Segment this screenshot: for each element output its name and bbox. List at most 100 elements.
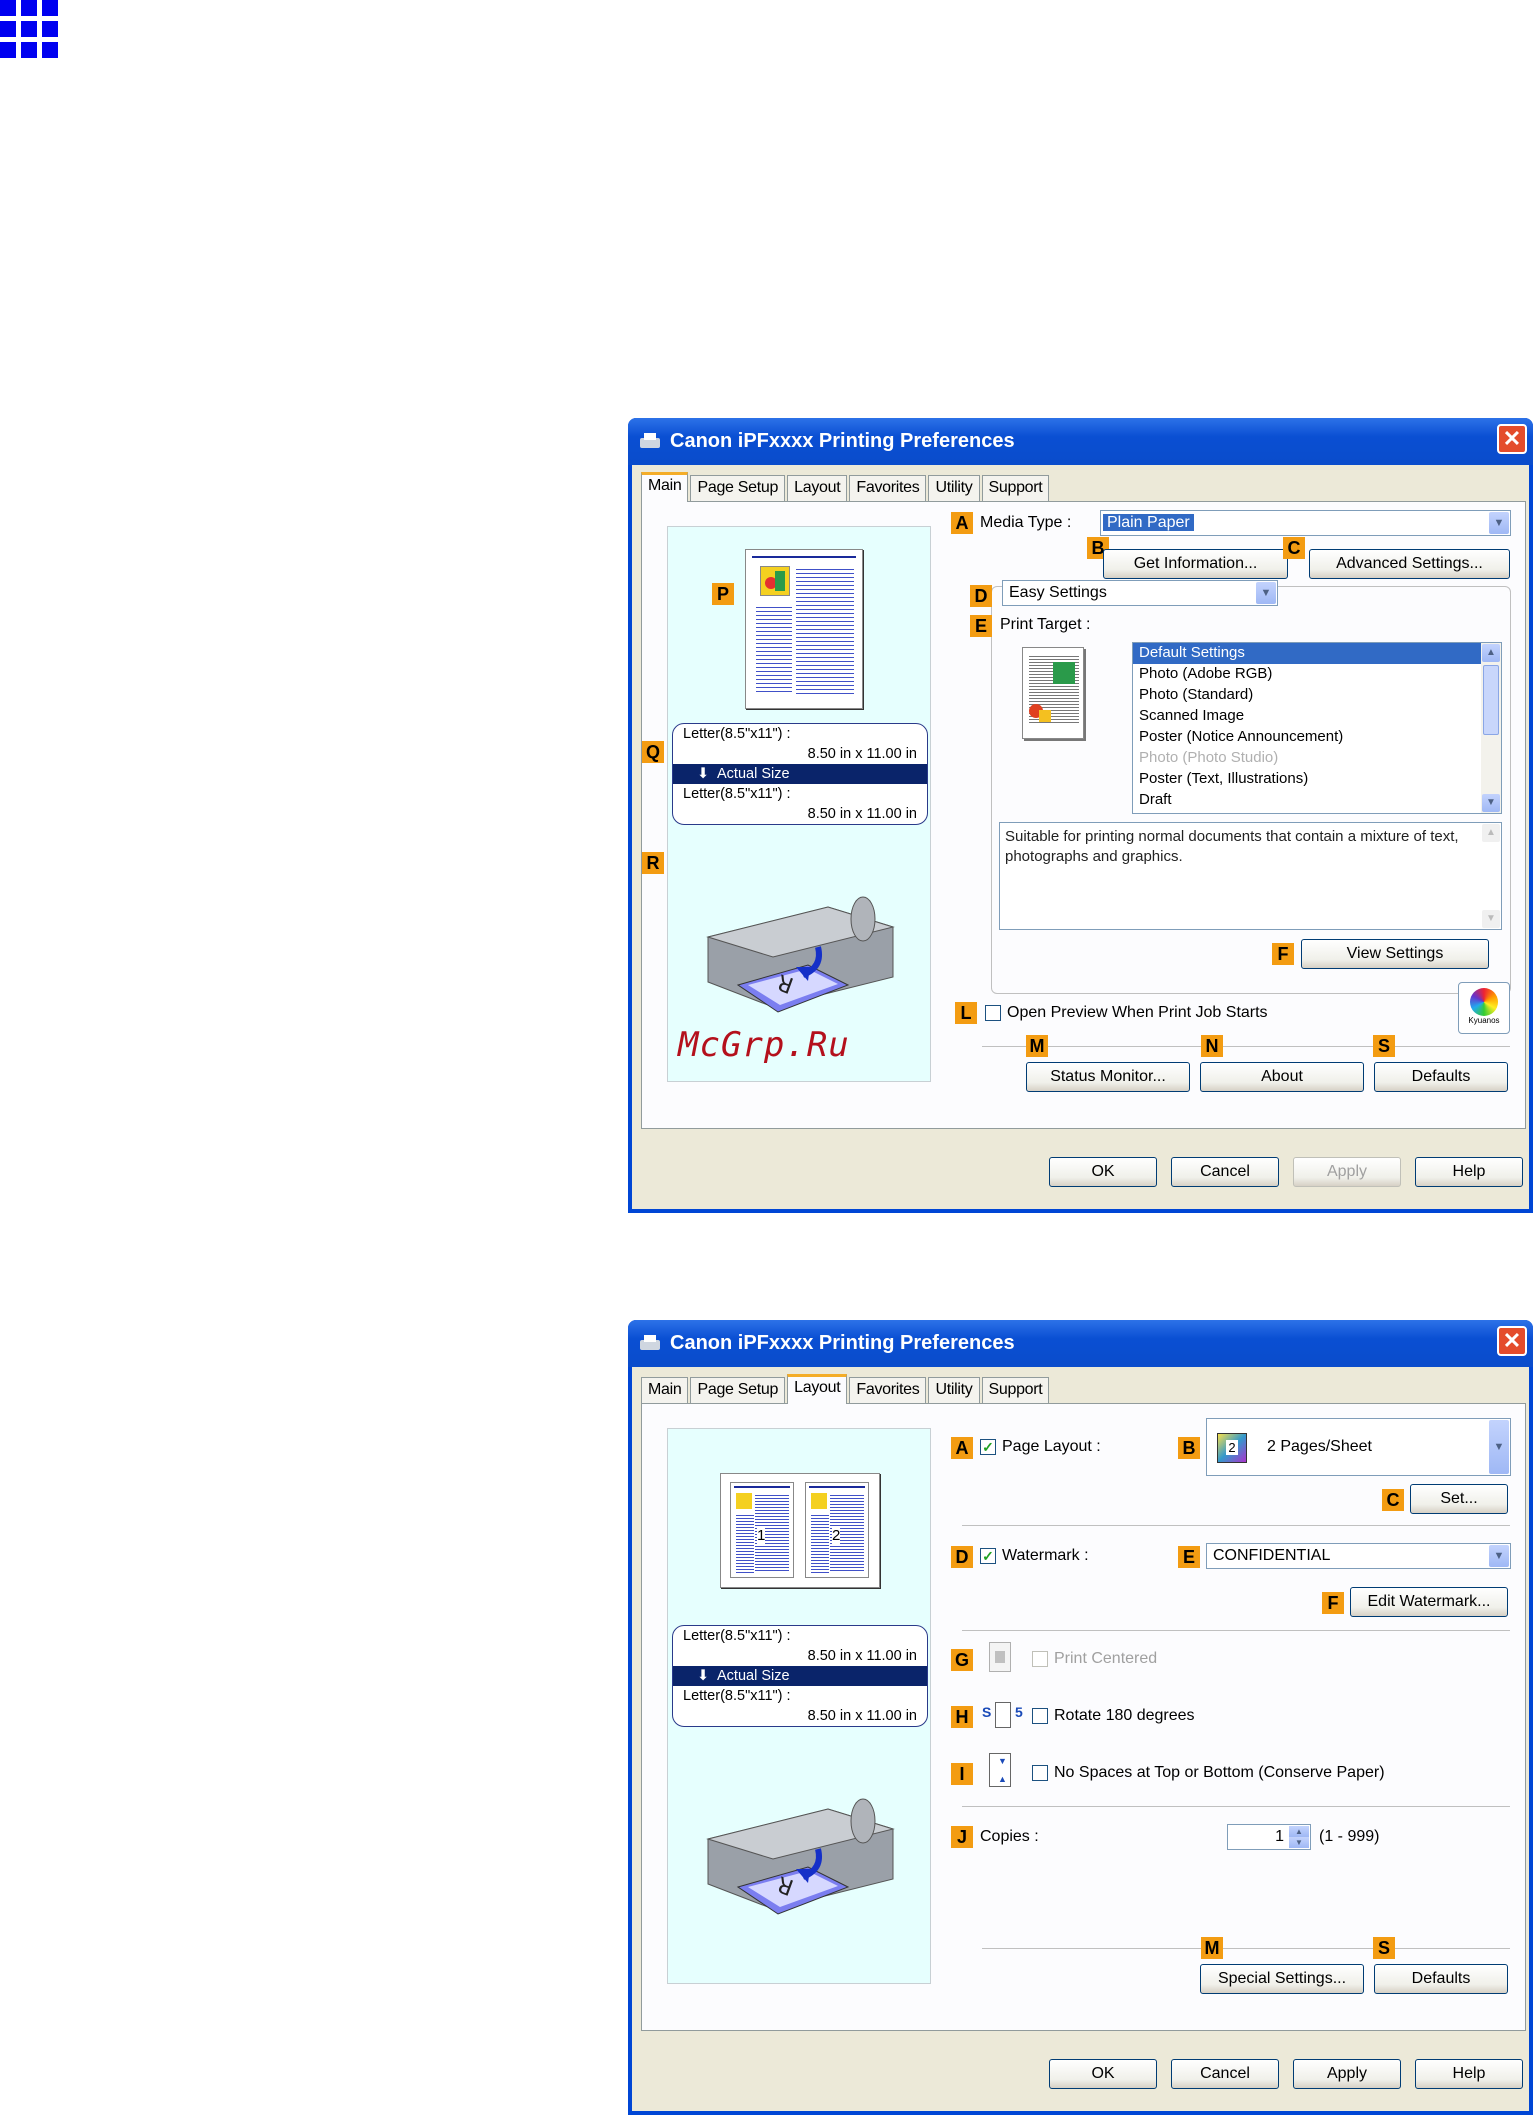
tab-utility[interactable]: Utility (928, 475, 980, 501)
badge-n: N (1201, 1035, 1223, 1057)
set-button[interactable]: Set... (1410, 1484, 1508, 1514)
page-preview-sheet: 1 2 (720, 1473, 880, 1588)
tab-layout[interactable]: Layout (787, 475, 848, 501)
tab-favorites[interactable]: Favorites (849, 1377, 927, 1403)
list-item[interactable]: Poster (Notice Announcement) (1133, 727, 1501, 748)
badge-m: M (1201, 1937, 1223, 1959)
tab-page-setup[interactable]: Page Setup (690, 1377, 786, 1403)
actual-size-row: ⬇ Actual Size (673, 1666, 927, 1686)
tab-utility[interactable]: Utility (928, 1377, 980, 1403)
arrow-down-icon: ⬇ (697, 1668, 710, 1684)
stepper-down-icon[interactable]: ▼ (1289, 1837, 1309, 1848)
no-spaces-checkbox[interactable] (1032, 1765, 1048, 1781)
copies-value: 1 (1275, 1828, 1284, 1845)
page-layout-select[interactable]: 2 2 Pages/Sheet ▼ (1206, 1418, 1511, 1476)
easy-settings-select[interactable]: Easy Settings ▼ (1002, 580, 1278, 606)
list-item[interactable]: Default Settings (1133, 643, 1481, 664)
defaults-button[interactable]: Defaults (1374, 1062, 1508, 1092)
print-centered-label: Print Centered (1054, 1650, 1158, 1667)
cancel-button[interactable]: Cancel (1171, 1157, 1279, 1187)
actual-size-label: Actual Size (717, 766, 790, 782)
badge-i: I (951, 1763, 973, 1785)
scroll-down-icon: ▼ (1482, 910, 1500, 928)
watermark-select[interactable]: CONFIDENTIAL ▼ (1206, 1543, 1511, 1569)
watermark-checkbox[interactable]: ✓ (980, 1548, 996, 1564)
description-scrollbar: ▲ ▼ (1481, 823, 1501, 929)
ok-button[interactable]: OK (1049, 2059, 1157, 2089)
close-button[interactable]: ✕ (1497, 424, 1527, 454)
printer-illustration: R (698, 1769, 903, 1919)
tab-favorites[interactable]: Favorites (849, 475, 927, 501)
separator (962, 1525, 1510, 1526)
page-layout-checkbox[interactable]: ✓ (980, 1439, 996, 1455)
stepper-up-icon[interactable]: ▲ (1289, 1826, 1309, 1837)
about-button[interactable]: About (1200, 1062, 1364, 1092)
list-scrollbar[interactable]: ▲ ▼ (1481, 643, 1501, 813)
no-spaces-icon: ▼ ▲ (989, 1753, 1011, 1787)
badge-l: L (955, 1002, 977, 1024)
badge-d: D (951, 1546, 973, 1568)
open-preview-checkbox[interactable] (985, 1005, 1001, 1021)
list-item[interactable]: Scanned Image (1133, 706, 1501, 727)
badge-p: P (712, 583, 734, 605)
output-paper-size: 8.50 in x 11.00 in (807, 806, 917, 822)
chevron-down-icon: ▼ (1489, 1545, 1509, 1567)
separator (962, 1806, 1510, 1807)
tab-page-main: Letter(8.5"x11") : 8.50 in x 11.00 in ⬇ A… (641, 501, 1526, 1129)
print-centered-icon (989, 1642, 1011, 1672)
site-watermark: McGrp.Ru (678, 1025, 850, 1065)
tab-page-setup[interactable]: Page Setup (690, 475, 786, 501)
print-target-list[interactable]: Default Settings Photo (Adobe RGB) Photo… (1132, 642, 1502, 814)
view-settings-button[interactable]: View Settings (1301, 939, 1489, 969)
media-type-label: Media Type : (980, 514, 1072, 531)
ok-button[interactable]: OK (1049, 1157, 1157, 1187)
title-bar: Canon iPFxxxx Printing Preferences ✕ (628, 418, 1533, 465)
title-bar: Canon iPFxxxx Printing Preferences ✕ (628, 1320, 1533, 1367)
special-settings-button[interactable]: Special Settings... (1200, 1964, 1364, 1994)
input-paper-label: Letter(8.5"x11") : (683, 726, 791, 742)
help-button[interactable]: Help (1415, 1157, 1523, 1187)
get-information-button[interactable]: Get Information... (1103, 549, 1288, 579)
list-item[interactable]: Photo (Adobe RGB) (1133, 664, 1501, 685)
pages-per-sheet-icon: 2 (1217, 1433, 1247, 1463)
paper-size-info: Letter(8.5"x11") : 8.50 in x 11.00 in ⬇ A… (672, 723, 928, 825)
list-item[interactable]: Poster (Text, Illustrations) (1133, 769, 1501, 790)
advanced-settings-button[interactable]: Advanced Settings... (1309, 549, 1510, 579)
badge-f: F (1272, 943, 1294, 965)
tab-support[interactable]: Support (981, 475, 1050, 501)
apply-button[interactable]: Apply (1293, 2059, 1401, 2089)
scroll-down-icon[interactable]: ▼ (1482, 794, 1500, 812)
tab-main[interactable]: Main (641, 472, 689, 502)
defaults-button[interactable]: Defaults (1374, 1964, 1508, 1994)
watermark-label: Watermark : (1002, 1547, 1089, 1564)
status-monitor-button[interactable]: Status Monitor... (1026, 1062, 1190, 1092)
close-button[interactable]: ✕ (1497, 1326, 1527, 1356)
kyuanos-button[interactable]: Kyuanos (1458, 982, 1510, 1034)
help-button[interactable]: Help (1415, 2059, 1523, 2089)
badge-h: H (951, 1706, 973, 1728)
copies-stepper[interactable]: 1 ▲ ▼ (1227, 1824, 1311, 1850)
chevron-down-icon: ▼ (1489, 512, 1509, 534)
list-item[interactable]: Photo (Standard) (1133, 685, 1501, 706)
cancel-button[interactable]: Cancel (1171, 2059, 1279, 2089)
print-target-thumbnail (1022, 647, 1084, 739)
copies-label: Copies : (980, 1828, 1039, 1845)
badge-d: D (970, 585, 992, 607)
paper-size-info: Letter(8.5"x11") : 8.50 in x 11.00 in ⬇ A… (672, 1625, 928, 1727)
media-type-select[interactable]: Plain Paper ▼ (1100, 510, 1511, 536)
scroll-up-icon[interactable]: ▲ (1482, 644, 1500, 662)
rotate-checkbox[interactable] (1032, 1708, 1048, 1724)
badge-q: Q (642, 741, 664, 763)
print-target-label: Print Target : (1000, 616, 1091, 633)
edit-watermark-button[interactable]: Edit Watermark... (1350, 1587, 1508, 1617)
chevron-down-icon: ▼ (1489, 1420, 1509, 1474)
separator (982, 1046, 1510, 1047)
tab-layout[interactable]: Layout (787, 1374, 848, 1404)
tab-main[interactable]: Main (641, 1377, 689, 1403)
tab-support[interactable]: Support (981, 1377, 1050, 1403)
input-paper-size: 8.50 in x 11.00 in (807, 746, 917, 762)
scroll-thumb[interactable] (1483, 665, 1499, 735)
input-paper-size: 8.50 in x 11.00 in (807, 1648, 917, 1664)
list-item[interactable]: Draft (1133, 790, 1501, 811)
rotate-icon: S 5 (982, 1700, 1028, 1730)
